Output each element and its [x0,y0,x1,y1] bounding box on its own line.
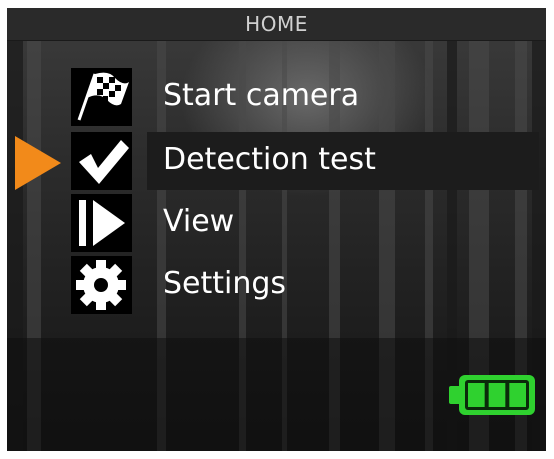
title-bar: HOME [7,8,546,41]
checkmark-icon [71,132,132,190]
menu-item-label: Detection test [163,142,376,177]
battery-icon [449,375,535,415]
menu-item-view[interactable]: View [71,194,541,252]
battery-bar [488,383,506,407]
play-icon [71,194,132,252]
battery-bar [468,383,485,407]
page-title: HOME [245,12,308,36]
menu-item-settings[interactable]: Settings [71,256,541,314]
menu-item-label: Settings [163,266,287,301]
menu-item-label: Start camera [163,78,360,113]
checkered-flag-icon [71,68,132,126]
menu-item-label: View [163,204,235,239]
gear-icon [71,256,132,314]
battery-bar [509,383,526,407]
menu-item-start-camera[interactable]: Start camera [71,68,541,126]
camera-screen: HOME Start camera Detection test View Se… [7,8,546,451]
selection-arrow-icon [15,136,61,190]
menu-item-detection-test[interactable]: Detection test [71,132,541,190]
